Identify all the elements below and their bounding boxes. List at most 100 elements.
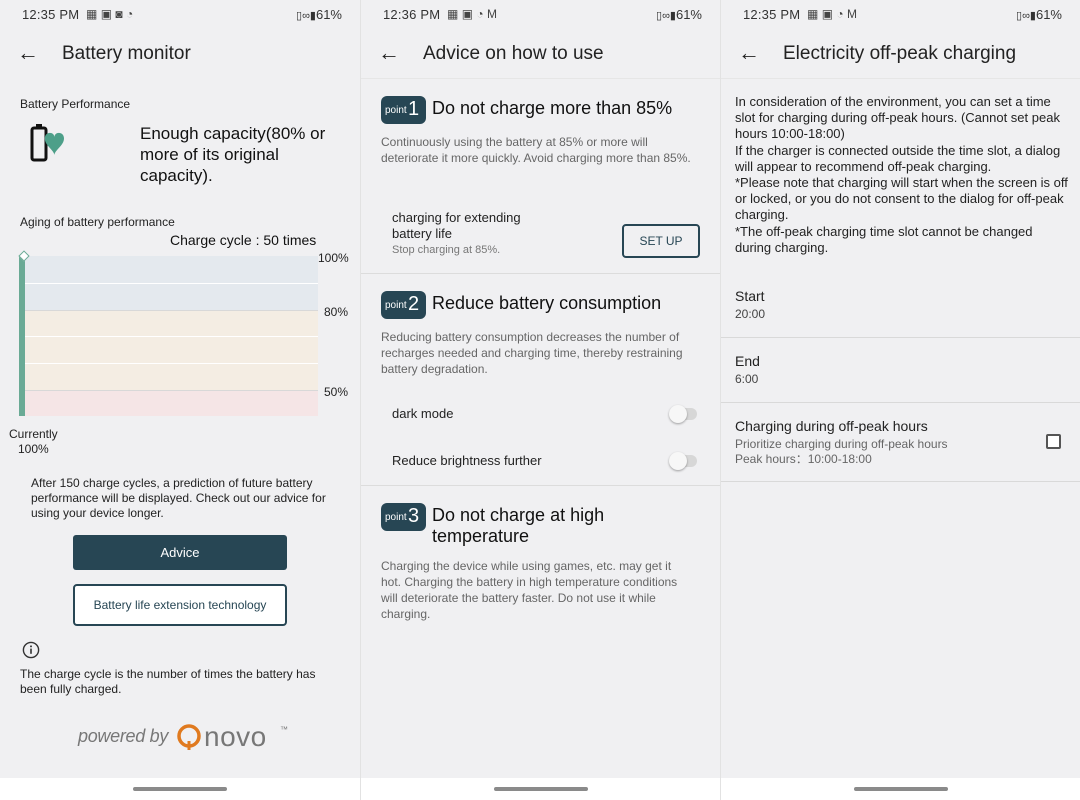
peak-hours-text: Peak hours：10:00-18:00 <box>735 452 872 466</box>
point-badge: point 3 <box>381 503 426 531</box>
clock-icon: ◔ <box>125 7 134 21</box>
page-title: Electricity off-peak charging <box>783 43 1017 64</box>
divider <box>361 78 720 79</box>
band-mid <box>19 310 318 390</box>
point-word: point <box>385 105 407 116</box>
point-badge: point 1 <box>381 96 426 124</box>
app-bar: ← Electricity off-peak charging <box>721 30 1080 78</box>
current-capacity: Currently 100% <box>9 427 58 457</box>
toggle-knob <box>669 452 687 470</box>
divider <box>361 485 720 486</box>
battery-performance-label: Battery Performance <box>20 97 131 111</box>
image-icon: ▣ <box>100 7 113 21</box>
grid-icon: ▦ <box>86 7 98 21</box>
grid-line <box>19 310 318 311</box>
notification-icons: ▦ ▣ ◙ ◔ <box>86 7 133 21</box>
point-word: point <box>385 300 407 311</box>
point-2-description: Reducing battery consumption decreases t… <box>381 330 683 376</box>
grid-icon: ▦ <box>447 7 459 21</box>
capacity-status: Enough capacity(80% or more of its origi… <box>140 124 326 185</box>
grid-line <box>19 336 318 337</box>
dark-mode-label: dark mode <box>392 406 454 421</box>
setup-button[interactable]: SET UP <box>622 224 700 258</box>
qnovo-q-icon <box>177 724 201 750</box>
current-value: 100% <box>17 442 49 456</box>
grid-icon: ▦ <box>807 7 819 21</box>
app-bar: ← Advice on how to use <box>361 30 720 78</box>
grid-line <box>19 390 318 391</box>
home-handle[interactable] <box>493 787 588 791</box>
dark-mode-toggle[interactable] <box>669 405 697 423</box>
divider <box>721 78 1080 79</box>
point-word: point <box>385 512 407 523</box>
offpeak-charging-option[interactable]: Charging during off-peak hours Prioritiz… <box>721 403 1080 481</box>
nav-bar <box>361 778 720 800</box>
home-handle[interactable] <box>853 787 948 791</box>
signal-icons: ▯∞▮ <box>656 10 676 22</box>
start-time-setting[interactable]: Start 20:00 <box>721 272 1080 337</box>
end-value: 6:00 <box>735 372 759 386</box>
offpeak-checkbox[interactable] <box>1046 434 1061 449</box>
point-title: Reduce battery consumption <box>432 293 662 313</box>
brightness-label: Reduce brightness further <box>392 453 542 468</box>
grid-line <box>19 283 318 284</box>
nav-bar <box>721 778 1080 800</box>
nav-bar <box>0 778 360 800</box>
trademark-symbol: ™ <box>280 725 288 734</box>
battery-status: ▯∞▮61% <box>296 7 342 22</box>
image-icon: ▣ <box>461 7 474 21</box>
advice-screen: 12:36 PM ▦ ▣ ◔ M ▯∞▮61% ← Advice on how … <box>360 0 720 800</box>
status-time: 12:35 PM <box>22 7 80 22</box>
battery-monitor-screen: 12:35 PM ▦ ▣ ◙ ◔ ▯∞▮61% ← Battery monito… <box>0 0 360 800</box>
signal-icons: ▯∞▮ <box>1016 10 1036 22</box>
advice-button[interactable]: Advice <box>73 535 287 570</box>
point-title: Do not charge more than 85% <box>432 98 673 118</box>
battery-aging-chart <box>18 250 318 416</box>
notification-icons: ▦ ▣ ◔ M <box>807 7 857 21</box>
prediction-note: After 150 charge cycles, a prediction of… <box>31 476 326 520</box>
y-label: 80% <box>324 305 349 319</box>
point-1-description: Continuously using the battery at 85% or… <box>381 135 691 165</box>
point-number: 1 <box>408 98 420 120</box>
y-label: 50% <box>324 385 349 399</box>
battery-tech-button[interactable]: Battery life extension technology <box>73 584 287 626</box>
toggle-knob <box>669 405 687 423</box>
brightness-toggle[interactable] <box>669 452 697 470</box>
point-number: 3 <box>408 505 420 527</box>
status-bar: 12:35 PM ▦ ▣ ◔ M ▯∞▮61% <box>721 0 1080 30</box>
charge-cycle-info: The charge cycle is the number of times … <box>20 667 316 696</box>
notification-icons: ▦ ▣ ◔ M <box>447 7 497 21</box>
status-time: 12:35 PM <box>743 7 801 22</box>
current-label: Currently <box>9 427 58 441</box>
home-handle[interactable] <box>133 787 227 791</box>
band-low <box>19 390 318 416</box>
battery-percent: 61% <box>1035 7 1062 22</box>
back-arrow-icon[interactable]: ← <box>375 38 403 68</box>
point-number: 2 <box>408 293 420 315</box>
mail-icon: M <box>486 7 497 21</box>
y-label: 100% <box>318 251 349 265</box>
point-badge: point 2 <box>381 291 426 319</box>
app-bar: ← Battery monitor <box>0 30 360 78</box>
offpeak-description: In consideration of the environment, you… <box>735 94 1068 255</box>
back-arrow-icon[interactable]: ← <box>735 38 763 68</box>
back-arrow-icon[interactable]: ← <box>14 38 42 68</box>
battery-status: ▯∞▮61% <box>656 7 702 22</box>
start-value: 20:00 <box>735 307 766 321</box>
end-time-setting[interactable]: End 6:00 <box>721 338 1080 402</box>
grid-line <box>19 363 318 364</box>
status-bar: 12:36 PM ▦ ▣ ◔ M ▯∞▮61% <box>361 0 720 30</box>
battery-percent: 61% <box>315 7 342 22</box>
point-3-description: Charging the device while using games, e… <box>381 559 678 621</box>
status-time: 12:36 PM <box>383 7 441 22</box>
signal-icons: ▯∞▮ <box>296 10 316 22</box>
info-icon <box>22 641 40 659</box>
charge-cycle-count: Charge cycle : 50 times <box>170 232 317 248</box>
extend-life-title: charging for extending battery life <box>392 210 521 241</box>
battery-status: ▯∞▮61% <box>1016 7 1062 22</box>
offpeak-subtitle: Prioritize charging during off-peak hour… <box>735 437 948 451</box>
point-title: Do not charge at high temperature <box>432 505 605 546</box>
mail-icon: M <box>846 7 857 21</box>
page-title: Advice on how to use <box>423 43 604 64</box>
battery-heart-icon <box>30 124 64 162</box>
